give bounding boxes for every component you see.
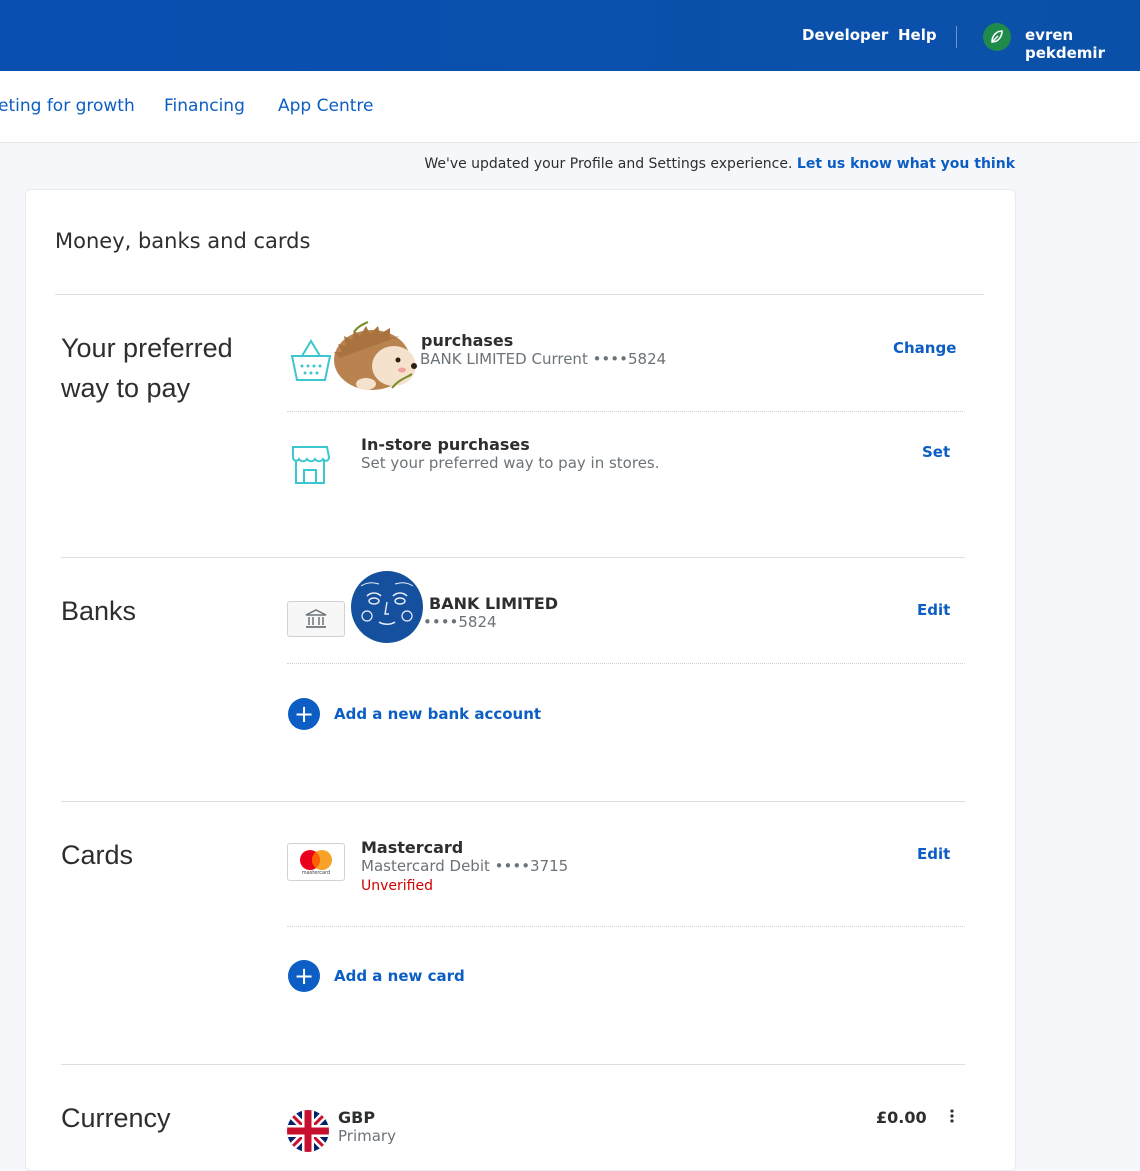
add-bank-account-label: Add a new bank account (334, 705, 542, 723)
moon-face-sticker-icon (351, 571, 423, 643)
preferred-title-line2: way to pay (61, 373, 191, 403)
currency-divider (61, 1064, 965, 1065)
plus-icon: + (288, 698, 320, 730)
settings-update-notice: We've updated your Profile and Settings … (424, 156, 1015, 172)
add-bank-account-button[interactable]: + Add a new bank account (288, 698, 541, 730)
card-detail: Mastercard Debit ••••3715 (361, 857, 569, 875)
bank-name: BANK LIMITED (429, 594, 559, 613)
card-row-divider (287, 926, 965, 927)
currency-options-icon[interactable] (948, 1108, 956, 1126)
bank-row-divider (287, 663, 965, 664)
edit-bank-button[interactable]: Edit (917, 601, 950, 619)
bank-icon (305, 609, 327, 628)
mastercard-logo: mastercard (287, 843, 345, 881)
uk-flag-icon (287, 1110, 329, 1152)
feedback-link[interactable]: Let us know what you think (797, 156, 1015, 172)
preferred-section-title: Your preferred way to pay (61, 328, 233, 408)
banks-section-title: Banks (61, 596, 137, 626)
title-divider (55, 294, 984, 295)
edit-card-button[interactable]: Edit (917, 845, 950, 863)
online-purchases-title: purchases (421, 331, 514, 350)
top-header: Developer Help evren pekdemir (0, 0, 1140, 71)
developer-link[interactable]: Developer (802, 26, 888, 44)
page-title: Money, banks and cards (55, 229, 311, 253)
card-status-badge: Unverified (361, 878, 433, 894)
in-store-purchases-title: In-store purchases (361, 435, 530, 454)
tab-financing[interactable]: Financing (164, 96, 245, 116)
set-in-store-button[interactable]: Set (922, 443, 950, 461)
add-card-label: Add a new card (334, 967, 465, 985)
tab-marketing-for-growth[interactable]: eting for growth (0, 96, 135, 116)
leaf-icon (991, 30, 1003, 43)
help-link[interactable]: Help (898, 26, 937, 44)
mastercard-icon (300, 850, 332, 870)
vertical-dots-icon (950, 1109, 954, 1123)
shopping-basket-icon (290, 339, 332, 381)
user-avatar[interactable] (983, 23, 1011, 51)
bank-logo (287, 601, 345, 637)
hedgehog-sticker-icon (334, 321, 417, 390)
bank-account-number: ••••5824 (423, 613, 497, 631)
currency-balance: £0.00 (876, 1108, 927, 1127)
change-payment-button[interactable]: Change (893, 339, 956, 357)
banks-divider (61, 557, 965, 558)
add-card-button[interactable]: + Add a new card (288, 960, 465, 992)
currency-section-title: Currency (61, 1103, 171, 1133)
notice-text: We've updated your Profile and Settings … (424, 156, 793, 172)
tab-app-centre[interactable]: App Centre (278, 96, 373, 116)
cards-section-title: Cards (61, 840, 134, 870)
card-name: Mastercard (361, 838, 464, 857)
user-name[interactable]: evren pekdemir (1025, 26, 1140, 62)
in-store-purchases-subtitle: Set your preferred way to pay in stores. (361, 454, 660, 472)
plus-icon: + (288, 960, 320, 992)
preferred-title-line1: Your preferred (61, 333, 233, 363)
header-divider (956, 26, 957, 48)
online-purchases-source: BANK LIMITED Current ••••5824 (420, 350, 667, 368)
sub-navigation: eting for growth Financing App Centre (0, 71, 1140, 143)
currency-code: GBP (338, 1108, 376, 1127)
store-icon (292, 446, 331, 484)
cards-divider (61, 801, 965, 802)
currency-primary-label: Primary (338, 1127, 396, 1145)
mastercard-logo-text: mastercard (301, 870, 331, 876)
preferred-row-divider (287, 411, 965, 412)
